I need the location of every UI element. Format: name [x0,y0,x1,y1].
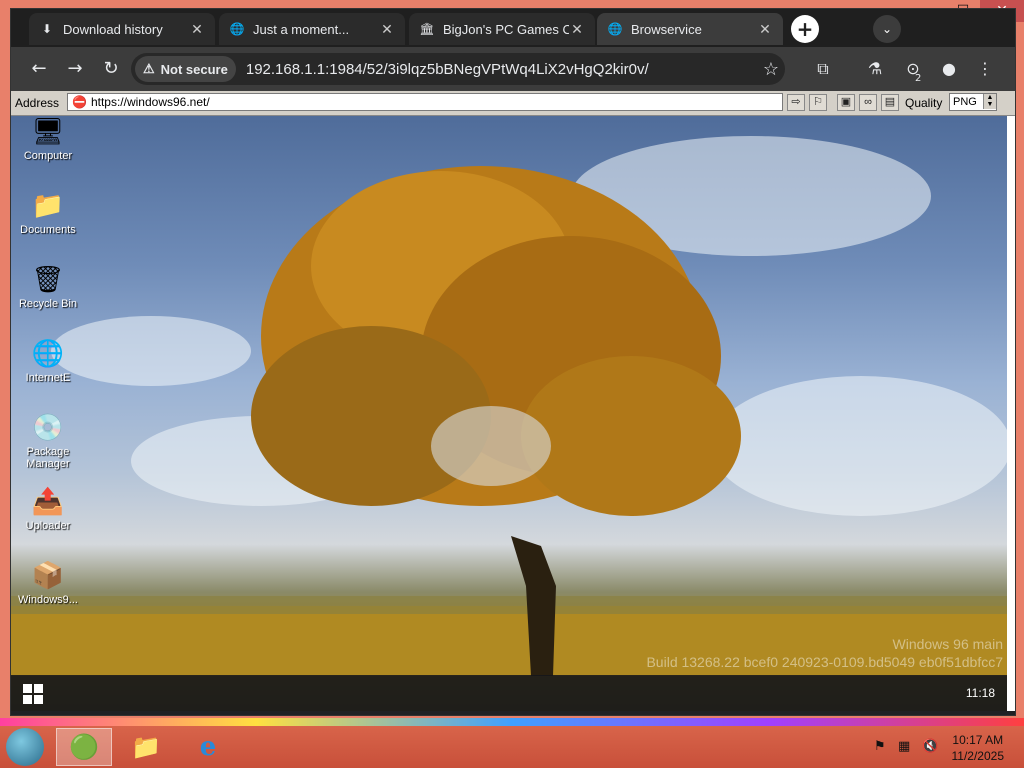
download-icon: ⬇ [41,22,53,36]
browservice-toolbar: Address ⛔ https://windows96.net/ ⇨ ⚐ ▣ ∞… [11,91,1015,116]
windows96-clock[interactable]: 11:18 [966,686,995,700]
browservice-viewport: Address ⛔ https://windows96.net/ ⇨ ⚐ ▣ ∞… [11,91,1015,711]
desktop-icon-windows96[interactable]: 📦 Windows9... [15,560,81,606]
desktop-icon-package-manager[interactable]: 💿 Package Manager [15,412,81,470]
bookmark-star-icon[interactable]: ☆ [757,59,785,80]
globe-icon: 🌐 [31,339,65,369]
windows96-desktop: 🖥 Computer 📁 Documents 🗑 Recycle Bin 🌐 I… [11,116,1007,711]
browser-frame: ⬇ Download history ✕ 🌐 Just a moment... … [10,8,1016,716]
autumn-tree-wallpaper [11,166,1007,676]
sky-gap [431,406,551,486]
security-chip[interactable]: ⚠ Not secure [135,56,236,82]
download-indicator-icon[interactable]: ⊙ [901,57,925,81]
quality-spinner[interactable]: ▲ ▼ [983,94,996,109]
host-taskbar: 🟢 📁 e ⚑ ▦ 🔇 10:17 AM 11/2/2025 [0,726,1024,768]
address-value: https://windows96.net/ [90,95,210,109]
box-icon: 📦 [31,561,65,591]
computer-icon: 🖥 [31,117,65,147]
folder-icon: 📁 [31,191,65,221]
network-icon[interactable]: ▦ [898,739,910,754]
taskbar-file-explorer-button[interactable]: 📁 [118,728,174,766]
address-field[interactable]: ⛔ https://windows96.net/ [67,93,783,111]
binoculars-icon[interactable]: ∞ [859,94,877,111]
profile-icon[interactable]: ● [937,57,961,81]
desktop-icon-internet[interactable]: 🌐 InternetE [15,338,81,384]
treeline [11,596,1007,614]
desktop-icon-label: Uploader [25,520,71,532]
desktop-icon-uploader[interactable]: 📤 Uploader [15,486,81,532]
address-label: Address [15,96,60,110]
desktop-icon-computer[interactable]: 🖥 Computer [15,116,81,162]
find-icon[interactable]: ▣ [837,94,855,111]
start-button-windows-icon[interactable] [23,684,43,704]
back-button[interactable]: ← [27,57,51,81]
host-time-value: 10:17 AM [952,733,1004,747]
watermark-line: Windows 96 main [892,636,1004,652]
browser-window: — ☐ ✕ ⬇ Download history ✕ 🌐 Just a mome… [0,0,1024,718]
omnibox[interactable]: ⚠ Not secure 192.168.1.1:1984/52/3i9lqz5… [131,53,785,85]
globe-icon: 🌐 [607,22,623,36]
desktop-icon-recycle-bin[interactable]: 🗑 Recycle Bin [15,264,81,310]
browser-app-icon: 🟢 [69,733,99,761]
download-count: 2 [915,73,922,84]
host-date-value: 11/2/2025 [951,749,1005,763]
quality-label: Quality [905,96,943,110]
tab-bigjons-pc-games[interactable]: 🏛 BigJon's PC Games Co ✕ [409,13,595,45]
warning-icon: ⚠ [143,61,155,76]
new-tab-button[interactable]: + [791,15,819,43]
reload-button[interactable]: ↻ [99,57,123,81]
tree-canopy [521,356,741,516]
tab-label: Browservice [631,21,702,37]
building-icon: 🏛 [419,22,435,36]
tab-label: BigJon's PC Games Co [443,21,569,37]
package-manager-icon: 💿 [31,413,65,443]
close-icon[interactable]: ✕ [189,21,205,38]
tab-strip: ⬇ Download history ✕ 🌐 Just a moment... … [11,9,1015,47]
folder-icon: 📁 [131,733,161,761]
bookmark-icon[interactable]: ⚐ [809,94,827,111]
tab-label: Just a moment... [253,21,350,37]
host-wallpaper-strip [0,718,1024,726]
forward-button[interactable]: → [63,57,87,81]
go-arrow-icon[interactable]: ⇨ [787,94,805,111]
labs-flask-icon[interactable]: ⚗ [863,57,887,81]
url-text[interactable]: 192.168.1.1:1984/52/3i9lqz5bBNegVPtWq4Li… [246,61,757,78]
desktop-icon-label: InternetE [25,372,71,384]
watermark-line: Build 13268.22 bcef0 240923-0109.bd5049 … [646,654,1003,670]
desktop-icon-label: Computer [23,150,73,162]
security-label: Not secure [160,61,228,77]
taskbar-ie-button[interactable]: e [180,728,236,766]
close-icon[interactable]: ✕ [569,21,585,38]
tab-label: Download history [63,21,163,37]
globe-icon: 🌐 [229,22,245,36]
tab-search-button[interactable]: ⌄ [873,15,901,43]
menu-icon[interactable]: ⋮ [973,57,997,81]
extensions-icon[interactable]: ⧉ [811,57,835,81]
desktop-icon-label: Windows9... [18,594,78,606]
close-icon[interactable]: ✕ [757,21,773,38]
volume-muted-icon[interactable]: 🔇 [922,739,938,754]
desktop-icon-documents[interactable]: 📁 Documents [15,190,81,236]
clipboard-icon[interactable]: ▤ [881,94,899,111]
host-start-orb-icon[interactable] [6,728,44,766]
browser-toolbar: ← → ↻ ⚠ Not secure 192.168.1.1:1984/52/3… [11,47,1015,91]
close-icon[interactable]: ✕ [379,21,395,38]
internet-explorer-icon: e [199,732,217,762]
windows96-taskbar: 11:18 [11,675,1007,711]
desktop-icon-label: Documents [20,224,76,236]
tab-download-history[interactable]: ⬇ Download history ✕ [29,13,215,45]
tab-just-a-moment[interactable]: 🌐 Just a moment... ✕ [219,13,405,45]
insecure-icon: ⛔ [72,95,87,109]
desktop-icon-label: Recycle Bin [18,298,78,310]
build-watermark: Windows 96 main Build 13268.22 bcef0 240… [646,635,1003,671]
desktop-icon-label: Package Manager [26,446,70,470]
recycle-bin-icon: 🗑 [31,265,65,295]
action-center-flag-icon[interactable]: ⚑ [874,739,886,754]
host-clock[interactable]: 10:17 AM 11/2/2025 [952,732,1005,764]
tab-browservice[interactable]: 🌐 Browservice ✕ [597,13,783,45]
taskbar-chrome-button[interactable]: 🟢 [56,728,112,766]
uploader-icon: 📤 [31,487,65,517]
